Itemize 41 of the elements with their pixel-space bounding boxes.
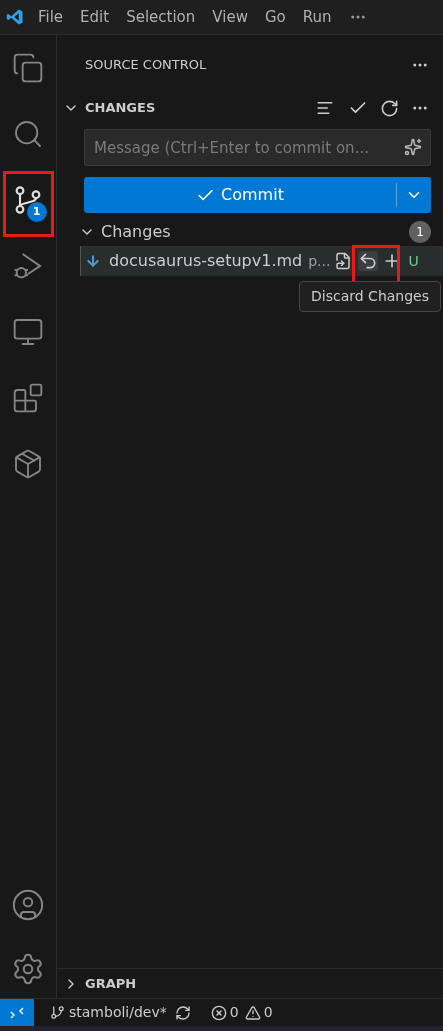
group-title[interactable]: Changes	[101, 220, 409, 244]
discard-icon[interactable]	[358, 251, 379, 271]
sparkle-icon[interactable]	[404, 138, 422, 156]
sync-icon[interactable]	[174, 1004, 191, 1021]
account-icon[interactable]	[11, 888, 45, 922]
menu-item[interactable]: Go	[264, 5, 286, 29]
app-logo-icon	[6, 8, 24, 26]
extensions-icon	[12, 382, 44, 414]
open-file-icon[interactable]	[334, 252, 353, 270]
remote-icon	[12, 316, 44, 348]
warning-count[interactable]: 0	[263, 1002, 273, 1023]
search-icon	[12, 118, 44, 150]
status-letter: U	[408, 251, 419, 271]
menu-item[interactable]: File	[38, 5, 64, 29]
settings-icon[interactable]	[11, 952, 45, 986]
remote-icon	[10, 1005, 24, 1020]
error-icon[interactable]	[210, 1004, 227, 1021]
tooltip: Discard Changes	[299, 281, 441, 312]
message-field[interactable]: Message (Ctrl+Enter to commit on...	[84, 129, 431, 166]
files-icon	[12, 52, 44, 84]
count-badge: 1	[409, 221, 431, 243]
menu-item[interactable]: Edit	[80, 5, 110, 29]
refresh-icon[interactable]	[380, 98, 399, 118]
file-path: p...	[308, 251, 331, 271]
view-options-icon[interactable]	[316, 99, 334, 117]
count-badge: 1	[26, 202, 47, 222]
menu-item[interactable]: Run	[302, 5, 332, 29]
section-header[interactable]: CHANGES	[85, 98, 316, 118]
branch-name[interactable]: stamboli/dev*	[69, 1002, 167, 1023]
menu-item[interactable]: View	[212, 5, 248, 29]
highlight-box	[2, 171, 54, 237]
file-name: docusaurus-setupv1.md	[109, 250, 303, 272]
warning-icon[interactable]	[244, 1004, 261, 1021]
activity-item[interactable]: 1	[0, 167, 57, 233]
branch-icon[interactable]	[50, 1005, 65, 1020]
menu-item[interactable]: Selection	[126, 5, 196, 29]
file-type-icon	[85, 253, 101, 269]
section-header[interactable]: GRAPH	[85, 973, 137, 994]
error-count[interactable]: 0	[229, 1002, 239, 1023]
containers-icon	[12, 448, 44, 480]
panel-title: SOURCE CONTROL	[85, 56, 208, 75]
